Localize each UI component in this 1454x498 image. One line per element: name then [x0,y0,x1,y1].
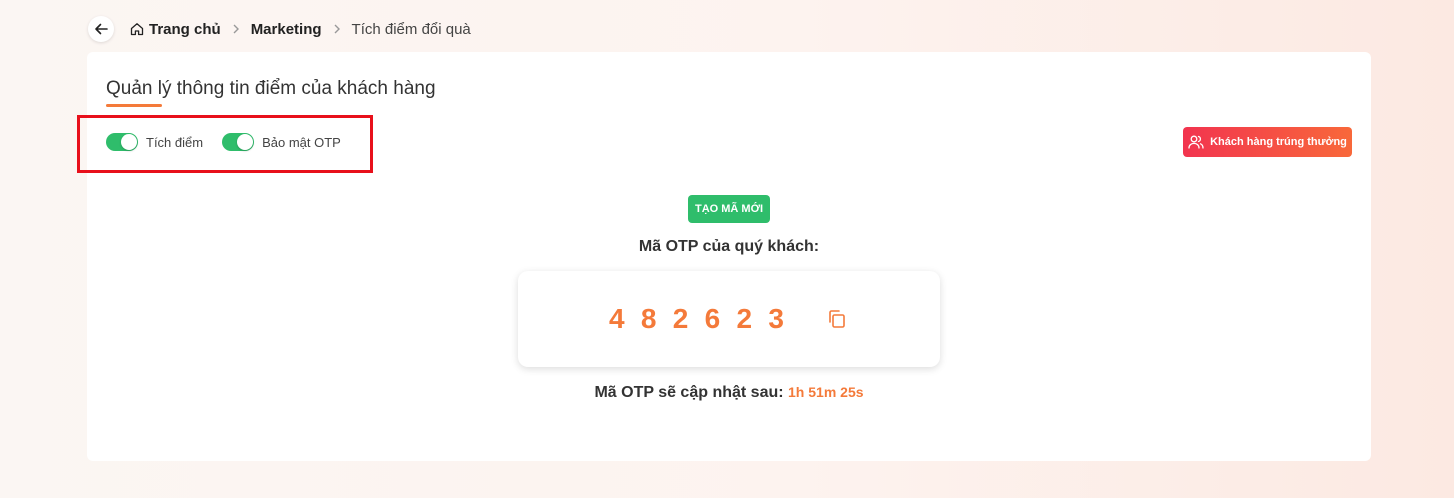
new-code-button[interactable]: TẠO MÃ MỚI [688,195,770,223]
otp-refresh-info: Mã OTP sẽ cập nhật sau: 1h 51m 25s [87,384,1371,402]
points-toggle[interactable] [106,133,138,151]
points-toggle-label: Tích điểm [146,134,204,150]
otp-code: 482623 [609,303,801,334]
otp-refresh-countdown: 1h 51m 25s [788,384,864,400]
otp-security-toggle-label: Bảo mật OTP [262,134,341,150]
top-bar: Trang chủ Marketing Tích điểm đổi quà [88,15,471,43]
winners-button[interactable]: Khách hàng trúng thưởng [1183,127,1352,157]
settings-toggles: Tích điểm Bảo mật OTP [106,133,360,151]
toggle-knob [237,134,254,150]
users-icon [1188,135,1204,149]
chevron-right-icon [232,24,240,34]
title-underline [106,104,162,107]
chevron-right-icon [333,24,341,34]
toggle-knob [121,134,137,150]
toggle-group-otp: Bảo mật OTP [222,133,341,151]
winners-button-label: Khách hàng trúng thưởng [1210,136,1347,148]
otp-code-box: 482623 [518,271,940,367]
breadcrumb-marketing[interactable]: Marketing [251,21,322,38]
breadcrumb: Trang chủ Marketing Tích điểm đổi quà [130,21,471,38]
breadcrumb-home[interactable]: Trang chủ [130,21,221,38]
toggle-group-points: Tích điểm [106,133,203,151]
points-management-card: Quản lý thông tin điểm của khách hàng Tí… [87,52,1371,461]
otp-refresh-label: Mã OTP sẽ cập nhật sau: [594,384,784,401]
otp-label: Mã OTP của quý khách: [638,238,820,255]
back-button[interactable] [88,16,114,42]
breadcrumb-current: Tích điểm đổi quà [351,20,471,38]
page-title: Quản lý thông tin điểm của khách hàng [106,78,436,99]
breadcrumb-home-label: Trang chủ [149,20,221,38]
home-icon [130,23,144,36]
otp-security-toggle[interactable] [222,133,255,151]
copy-icon[interactable] [826,308,848,335]
arrow-left-icon [95,23,108,35]
